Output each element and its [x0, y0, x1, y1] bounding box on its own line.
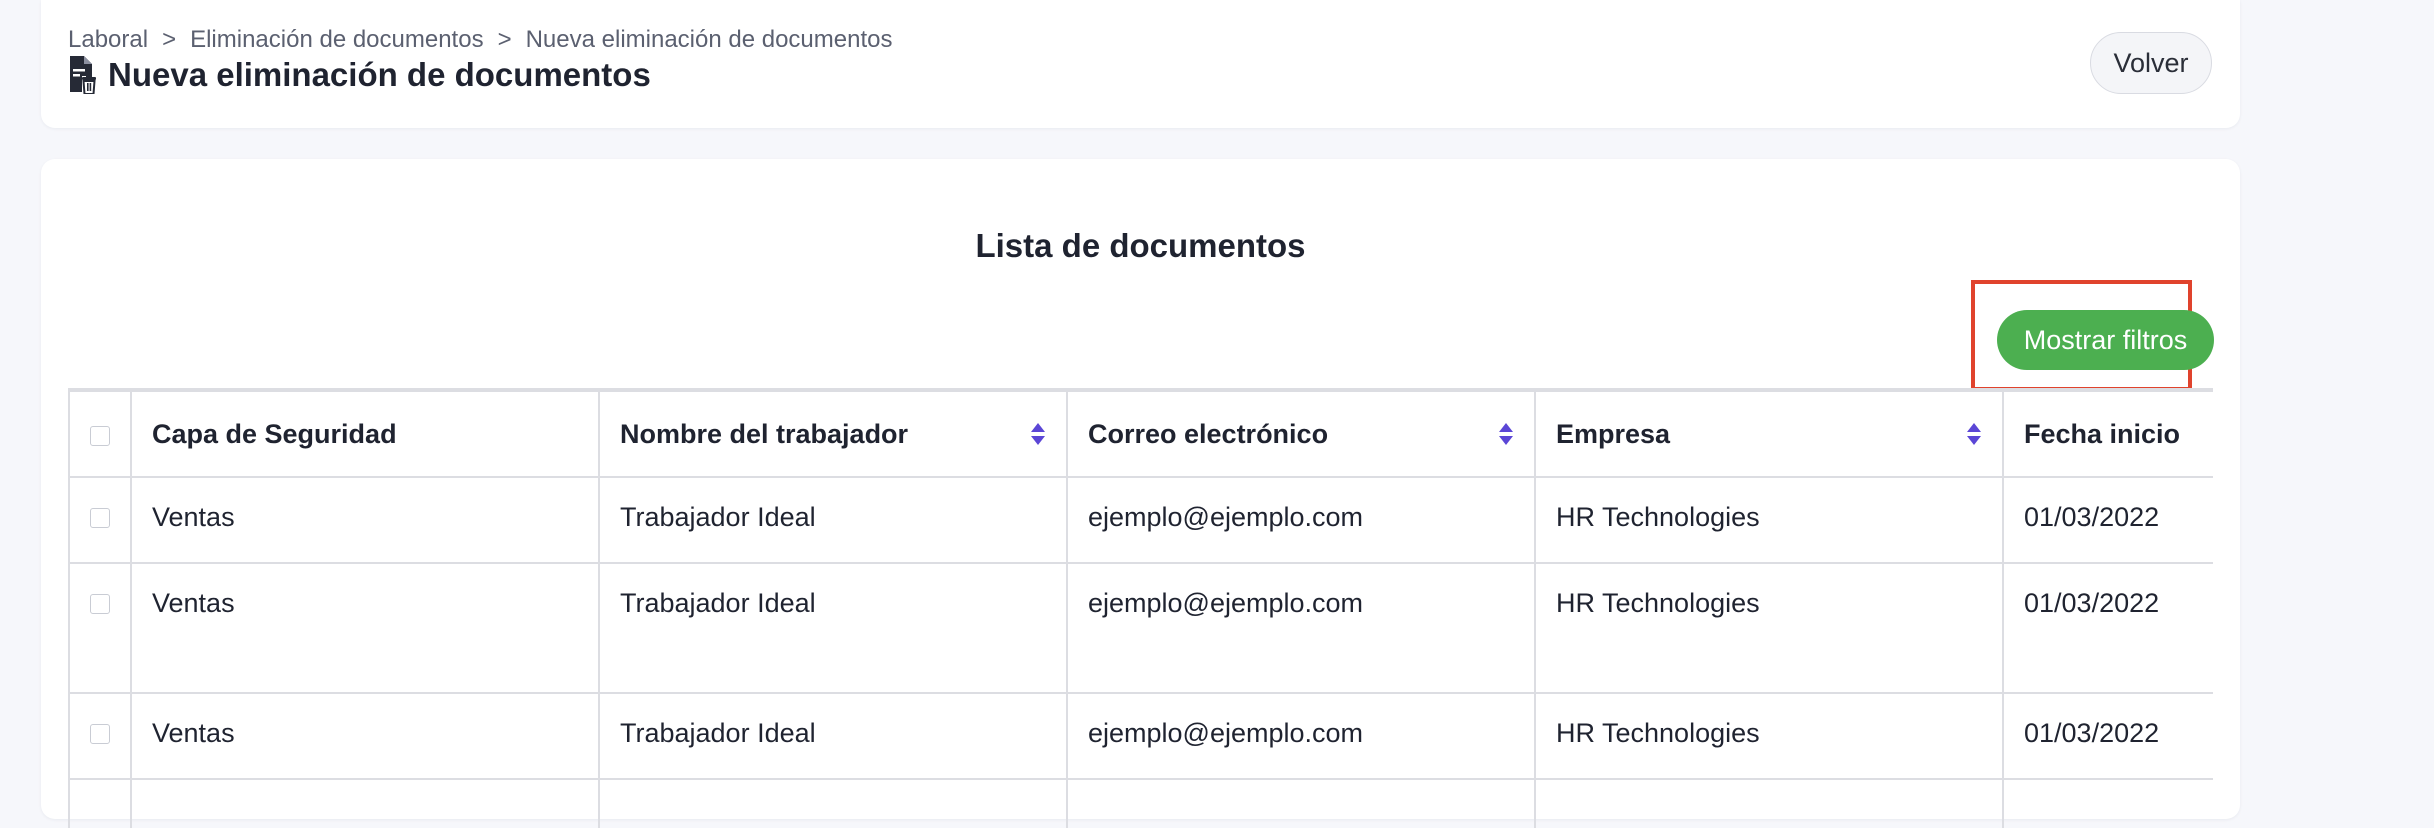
page-title-text: Nueva eliminación de documentos — [108, 56, 651, 93]
breadcrumb-item-laboral[interactable]: Laboral — [68, 26, 148, 53]
breadcrumb-item-current: Nueva eliminación de documentos — [525, 26, 893, 53]
documents-table-wrapper[interactable]: Capa de Seguridad Nombre del trabajador … — [68, 388, 2213, 828]
cell-nombre — [598, 778, 1068, 828]
cell-correo: ejemplo@ejemplo.com — [1066, 476, 1536, 564]
table-row[interactable]: Ventas Trabajador Ideal ejemplo@ejemplo.… — [68, 692, 2213, 780]
column-header-capa: Capa de Seguridad — [130, 389, 600, 478]
show-filters-button[interactable]: Mostrar filtros — [1997, 310, 2214, 370]
cell-capa — [130, 778, 600, 828]
list-title: Lista de documentos — [975, 227, 1306, 264]
sort-icon[interactable] — [1966, 422, 1982, 446]
column-header-empresa[interactable]: Empresa — [1534, 389, 2004, 478]
breadcrumb-separator: > — [497, 26, 512, 53]
cell-fecha: 01/03/2022 — [2002, 562, 2213, 694]
column-header-label: Nombre del trabajador — [620, 418, 909, 449]
back-button[interactable]: Volver — [2090, 32, 2212, 94]
column-header-nombre[interactable]: Nombre del trabajador — [598, 389, 1068, 478]
row-select-cell — [68, 476, 132, 564]
cell-correo — [1066, 778, 1536, 828]
breadcrumb-item-eliminacion[interactable]: Eliminación de documentos — [190, 26, 484, 53]
row-checkbox[interactable] — [90, 724, 110, 744]
select-all-cell — [68, 389, 132, 478]
cell-correo: ejemplo@ejemplo.com — [1066, 562, 1536, 694]
row-checkbox[interactable] — [90, 594, 110, 614]
column-header-label: Correo electrónico — [1088, 418, 1329, 449]
table-row[interactable]: Ventas Trabajador Ideal ejemplo@ejemplo.… — [68, 562, 2213, 694]
file-trash-icon — [68, 56, 96, 95]
column-header-fecha: Fecha inicio — [2002, 389, 2213, 478]
page-title: Nueva eliminación de documentos — [68, 56, 651, 95]
cell-nombre: Trabajador Ideal — [598, 562, 1068, 694]
table-header-row: Capa de Seguridad Nombre del trabajador … — [68, 389, 2213, 478]
cell-capa: Ventas — [130, 476, 600, 564]
table-row[interactable]: Ventas Trabajador Ideal ejemplo@ejemplo.… — [68, 476, 2213, 564]
cell-fecha: 01/03/2022 — [2002, 476, 2213, 564]
cell-nombre: Trabajador Ideal — [598, 476, 1068, 564]
row-select-cell — [68, 692, 132, 780]
sort-icon[interactable] — [1498, 422, 1514, 446]
cell-correo: ejemplo@ejemplo.com — [1066, 692, 1536, 780]
cell-empresa: HR Technologies — [1534, 476, 2004, 564]
cell-capa: Ventas — [130, 562, 600, 694]
cell-empresa — [1534, 778, 2004, 828]
column-header-label: Empresa — [1556, 418, 1671, 449]
column-header-correo[interactable]: Correo electrónico — [1066, 389, 1536, 478]
document-list-card: Lista de documentos Mostrar filtros Capa… — [41, 159, 2240, 828]
documents-table: Capa de Seguridad Nombre del trabajador … — [68, 388, 2213, 828]
cell-fecha: 01/03/2022 — [2002, 692, 2213, 780]
cell-fecha — [2002, 778, 2213, 828]
row-select-cell — [68, 778, 132, 828]
row-checkbox[interactable] — [90, 508, 110, 528]
column-header-label: Capa de Seguridad — [152, 418, 397, 449]
table-row[interactable] — [68, 778, 2213, 828]
sort-icon[interactable] — [1030, 422, 1046, 446]
breadcrumb: Laboral > Eliminación de documentos > Nueva … — [68, 26, 892, 54]
cell-empresa: HR Technologies — [1534, 692, 2004, 780]
row-select-cell — [68, 562, 132, 694]
select-all-checkbox[interactable] — [90, 426, 110, 446]
breadcrumb-separator: > — [162, 26, 177, 53]
header-card: Laboral > Eliminación de documentos > Nueva … — [41, 0, 2240, 128]
cell-capa: Ventas — [130, 692, 600, 780]
cell-empresa: HR Technologies — [1534, 562, 2004, 694]
cell-nombre: Trabajador Ideal — [598, 692, 1068, 780]
column-header-label: Fecha inicio — [2024, 418, 2181, 449]
